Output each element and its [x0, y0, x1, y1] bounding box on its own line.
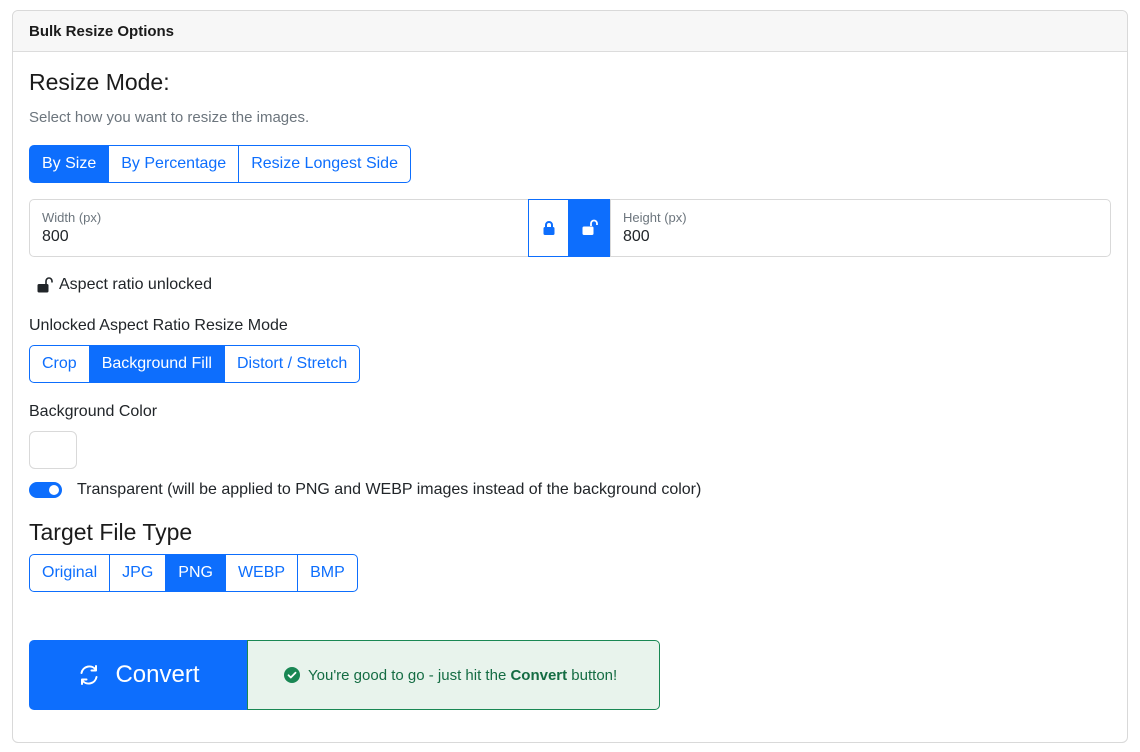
- status-text: You're good to go - just hit the Convert…: [308, 667, 617, 684]
- type-jpg-button[interactable]: JPG: [109, 554, 167, 592]
- lock-aspect-button[interactable]: [528, 199, 569, 257]
- target-type-group: Original JPG PNG WEBP BMP: [29, 554, 358, 592]
- unlock-aspect-button[interactable]: [569, 199, 610, 257]
- background-color-picker[interactable]: [29, 431, 77, 469]
- lock-icon: [543, 221, 554, 235]
- target-file-type-title: Target File Type: [29, 519, 193, 545]
- convert-button-label: Convert: [115, 661, 200, 688]
- card-header-title: Bulk Resize Options: [13, 11, 1127, 52]
- height-label: Height (px): [623, 210, 687, 225]
- aspect-status: Aspect ratio unlocked: [37, 276, 212, 294]
- transparent-label: Transparent (will be applied to PNG and …: [77, 481, 702, 498]
- status-bold: Convert: [510, 666, 568, 684]
- transparent-toggle[interactable]: [29, 482, 62, 498]
- unlock-icon: [582, 219, 598, 235]
- refresh-icon: [80, 665, 98, 685]
- type-bmp-button[interactable]: BMP: [297, 554, 358, 592]
- background-fill-button[interactable]: Background Fill: [88, 345, 225, 383]
- crop-button[interactable]: Crop: [29, 345, 90, 383]
- dimensions-group: Width (px) 800 Height (px) 800: [29, 199, 1111, 257]
- status-suffix: button!: [567, 666, 618, 684]
- toggle-knob: [49, 485, 59, 495]
- resize-mode-title: Resize Mode:: [29, 69, 170, 95]
- type-original-button[interactable]: Original: [29, 554, 111, 592]
- width-label: Width (px): [42, 210, 102, 225]
- distort-stretch-button[interactable]: Distort / Stretch: [223, 345, 361, 383]
- aspect-status-text: Aspect ratio unlocked: [59, 276, 212, 293]
- mode-by-size-button[interactable]: By Size: [29, 145, 110, 183]
- status-prefix: You're good to go - just hit the: [308, 666, 511, 684]
- background-color-label: Background Color: [29, 403, 158, 420]
- check-circle-icon: [284, 667, 300, 683]
- status-alert: You're good to go - just hit the Convert…: [247, 640, 660, 710]
- type-webp-button[interactable]: WEBP: [224, 554, 299, 592]
- unlocked-mode-label: Unlocked Aspect Ratio Resize Mode: [29, 317, 288, 334]
- type-png-button[interactable]: PNG: [165, 554, 226, 592]
- bulk-resize-card: Bulk Resize Options Resize Mode: Select …: [12, 10, 1128, 743]
- width-field[interactable]: Width (px) 800: [29, 199, 529, 257]
- resize-mode-subtitle: Select how you want to resize the images…: [29, 109, 310, 126]
- mode-by-percentage-button[interactable]: By Percentage: [108, 145, 240, 183]
- convert-button[interactable]: Convert: [29, 640, 248, 710]
- unlocked-mode-group: Crop Background Fill Distort / Stretch: [29, 345, 361, 383]
- height-input[interactable]: 800: [623, 228, 650, 246]
- resize-mode-group: By Size By Percentage Resize Longest Sid…: [29, 145, 411, 183]
- width-input[interactable]: 800: [42, 228, 69, 246]
- mode-longest-side-button[interactable]: Resize Longest Side: [238, 145, 411, 183]
- height-field[interactable]: Height (px) 800: [610, 199, 1111, 257]
- unlock-icon: [37, 277, 53, 293]
